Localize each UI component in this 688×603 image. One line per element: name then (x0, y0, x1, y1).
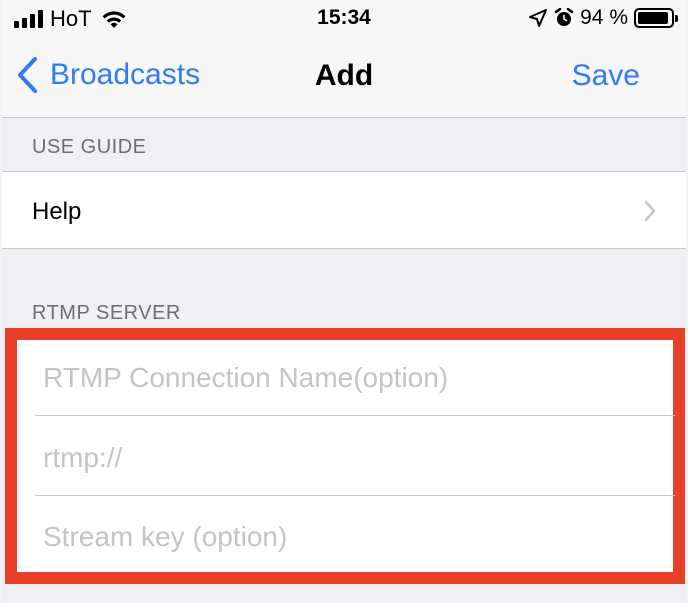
battery-percent: 94 % (580, 6, 628, 29)
rtmp-server-form (5, 328, 685, 584)
bottom-background (2, 592, 686, 603)
section-header-use-guide: USE GUIDE (32, 136, 147, 158)
status-right: 94 % (528, 6, 678, 30)
rtmp-url-input[interactable] (35, 418, 680, 498)
status-bar: HoT 15:34 94 % (2, 0, 686, 38)
help-label: Help (32, 198, 82, 225)
rtmp-connection-name-input[interactable] (35, 338, 680, 418)
section-header-rtmp-server: RTMP SERVER (32, 302, 181, 324)
stream-key-input[interactable] (35, 497, 680, 577)
chevron-right-icon (644, 200, 656, 222)
navigation-bar: Broadcasts Add Save (2, 38, 686, 118)
save-button[interactable]: Save (572, 59, 640, 93)
divider (35, 495, 675, 496)
location-icon (529, 9, 548, 27)
alarm-icon (554, 8, 574, 26)
app-screen: HoT 15:34 94 % Broadcasts Add Save USE G… (2, 0, 686, 603)
help-cell[interactable]: Help (2, 171, 686, 249)
battery-icon (634, 8, 678, 28)
divider (35, 415, 675, 416)
battery-fill (638, 12, 669, 24)
